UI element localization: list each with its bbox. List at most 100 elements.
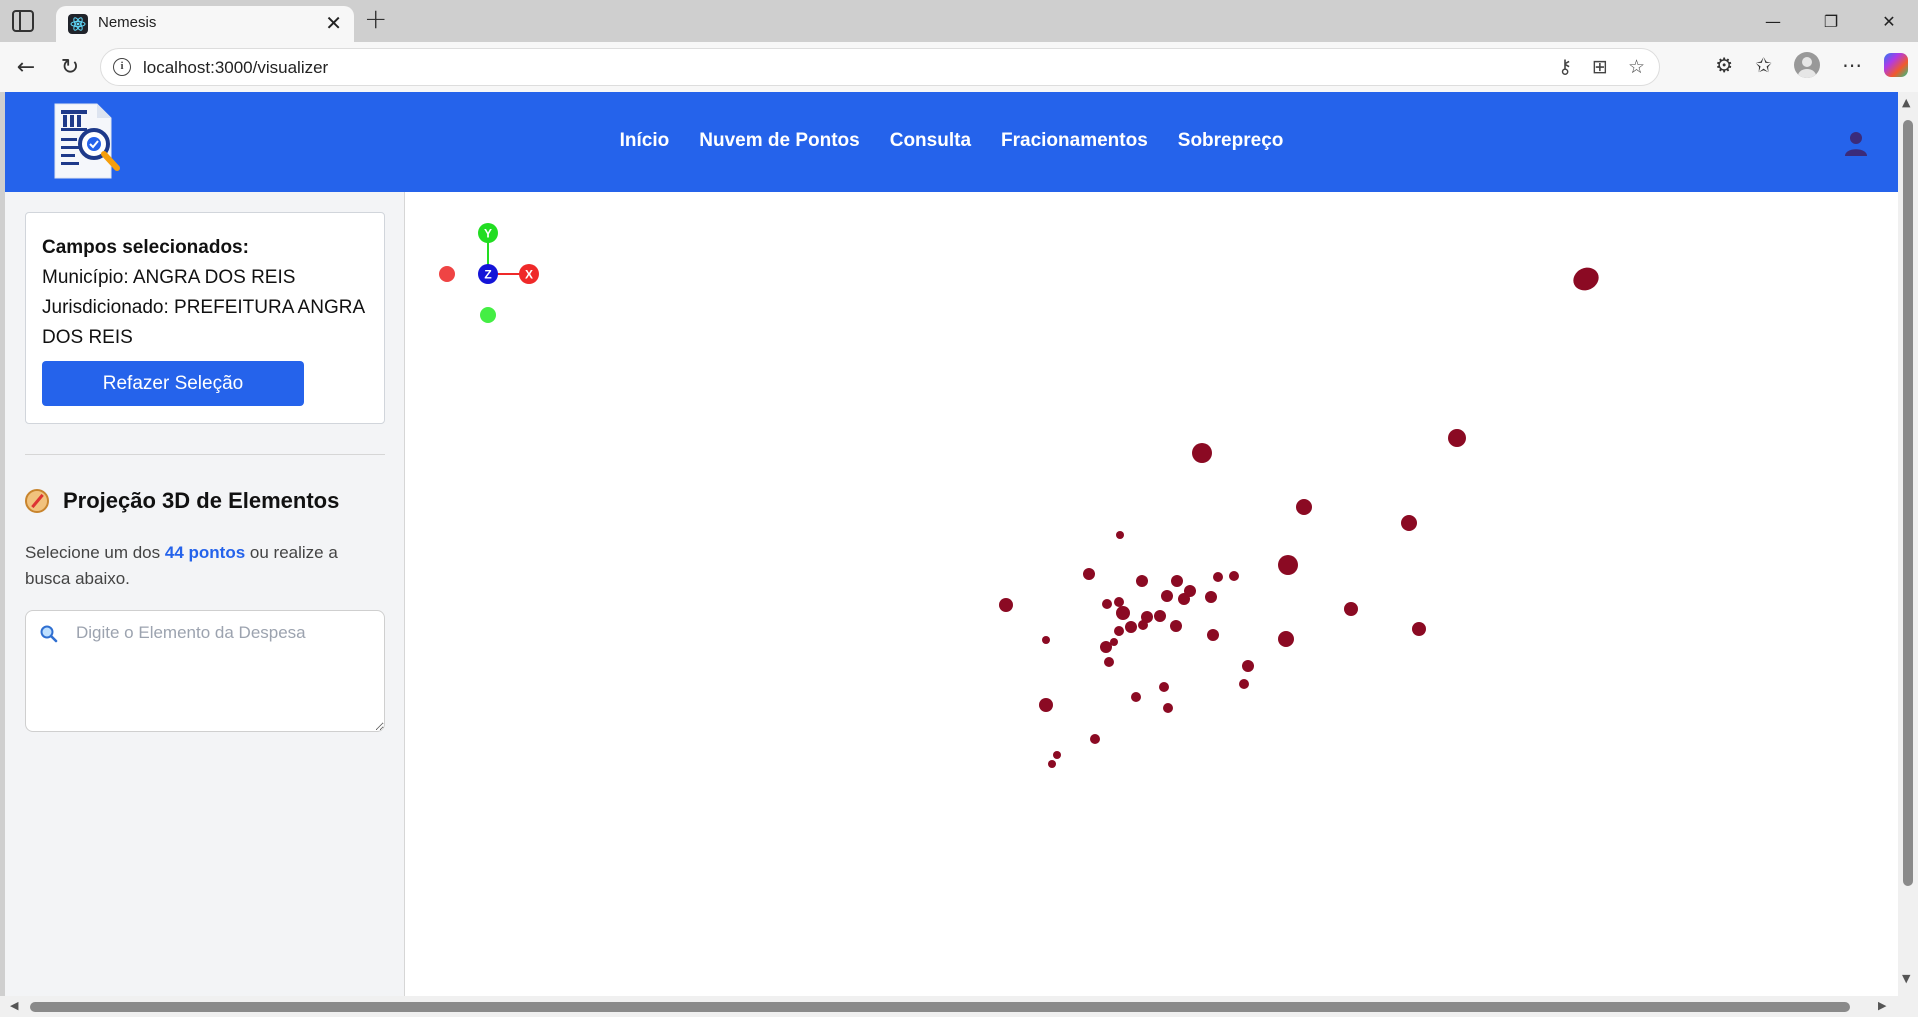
browser-tab[interactable]: Nemesis ✕ <box>56 6 354 42</box>
projection-title-text: Projeção 3D de Elementos <box>63 488 340 513</box>
vertical-scroll-thumb[interactable] <box>1903 120 1913 886</box>
data-point[interactable] <box>1048 760 1056 768</box>
scroll-left-icon[interactable]: ◀ <box>10 999 18 1012</box>
close-icon[interactable]: ✕ <box>325 11 342 35</box>
x-negative-handle[interactable] <box>439 266 455 282</box>
data-point[interactable] <box>1110 638 1118 646</box>
data-point[interactable] <box>1114 626 1124 636</box>
data-point[interactable] <box>1114 597 1124 607</box>
data-point[interactable] <box>1042 636 1050 644</box>
scroll-up-icon[interactable]: ▲ <box>1902 96 1910 109</box>
data-point[interactable] <box>1159 682 1169 692</box>
data-point[interactable] <box>1207 629 1219 641</box>
user-icon[interactable] <box>1844 130 1868 156</box>
data-point[interactable] <box>1102 599 1112 609</box>
nav-fracionamentos[interactable]: Fracionamentos <box>1001 130 1148 152</box>
app-icon[interactable]: ⊞ <box>1592 56 1608 78</box>
projection-title: Projeção 3D de Elementos <box>25 488 339 514</box>
restore-icon[interactable]: ❐ <box>1802 0 1860 42</box>
data-point[interactable] <box>1154 610 1166 622</box>
data-point[interactable] <box>1104 657 1114 667</box>
selection-card: Campos selecionados: Município: ANGRA DO… <box>25 212 385 424</box>
element-search-input[interactable] <box>26 611 384 731</box>
data-point[interactable] <box>1242 660 1254 672</box>
data-point[interactable] <box>1278 631 1294 647</box>
window-controls: — ❐ ✕ <box>1744 0 1918 42</box>
z-axis-label: Z <box>484 268 491 282</box>
data-point[interactable] <box>1205 591 1217 603</box>
browser-tab-bar: Nemesis ✕ + — ❐ ✕ <box>0 0 1918 42</box>
data-point[interactable] <box>1138 620 1148 630</box>
data-point[interactable] <box>1161 590 1173 602</box>
horizontal-scroll-thumb[interactable] <box>30 1002 1850 1012</box>
data-point[interactable] <box>1213 572 1223 582</box>
data-point[interactable] <box>1401 515 1417 531</box>
back-icon[interactable]: ← <box>12 53 40 81</box>
data-point[interactable] <box>1184 585 1196 597</box>
data-point[interactable] <box>1053 751 1061 759</box>
point-cloud-canvas[interactable]: X Y Z <box>406 192 1898 996</box>
nav-inicio[interactable]: Início <box>620 130 670 152</box>
points-count-link[interactable]: 44 pontos <box>165 543 245 562</box>
main-nav: Início Nuvem de Pontos Consulta Fraciona… <box>5 130 1898 152</box>
projection-hint: Selecione um dos 44 pontos ou realize a … <box>25 540 365 592</box>
axis-gizmo[interactable]: X Y Z <box>439 223 539 323</box>
data-point[interactable] <box>1136 575 1148 587</box>
data-point[interactable] <box>1163 703 1173 713</box>
reload-icon[interactable]: ↻ <box>56 53 84 81</box>
data-point[interactable] <box>1090 734 1100 744</box>
data-point[interactable] <box>1412 622 1426 636</box>
data-point[interactable] <box>1229 571 1239 581</box>
divider <box>25 454 385 455</box>
profile-icon[interactable] <box>1794 52 1820 78</box>
data-point[interactable] <box>1116 606 1130 620</box>
data-point[interactable] <box>1296 499 1312 515</box>
data-point[interactable] <box>1239 679 1249 689</box>
favorites-icon[interactable]: ✩ <box>1755 53 1772 77</box>
url-text[interactable]: localhost:3000/visualizer <box>143 58 328 78</box>
data-point[interactable] <box>1125 621 1137 633</box>
data-point[interactable] <box>1448 429 1466 447</box>
app-header: Início Nuvem de Pontos Consulta Fraciona… <box>5 92 1898 192</box>
extensions-icon[interactable]: ⚙ <box>1715 53 1733 77</box>
data-point[interactable] <box>1116 531 1124 539</box>
tab-title: Nemesis <box>98 14 157 31</box>
data-point[interactable] <box>1192 443 1212 463</box>
plus-icon[interactable]: + <box>364 2 387 35</box>
sidebar-toggle-icon[interactable] <box>12 10 34 32</box>
data-point[interactable] <box>1278 555 1298 575</box>
y-negative-handle[interactable] <box>480 307 496 323</box>
selection-heading: Campos selecionados: <box>42 237 249 258</box>
nav-sobrepreco[interactable]: Sobrepreço <box>1178 130 1284 152</box>
redo-selection-button[interactable]: Refazer Seleção <box>42 361 304 406</box>
key-icon[interactable]: ⚷ <box>1558 56 1572 78</box>
more-icon[interactable]: ⋯ <box>1842 53 1862 77</box>
copilot-icon[interactable] <box>1884 53 1908 77</box>
vertical-scrollbar[interactable]: ▲ ▼ <box>1898 92 1918 1017</box>
page: Início Nuvem de Pontos Consulta Fraciona… <box>5 92 1898 996</box>
data-point[interactable] <box>1083 568 1095 580</box>
data-point[interactable] <box>1039 698 1053 712</box>
close-window-icon[interactable]: ✕ <box>1860 0 1918 42</box>
info-icon[interactable]: i <box>113 58 131 76</box>
data-point[interactable] <box>1171 575 1183 587</box>
data-point[interactable] <box>999 598 1013 612</box>
data-point[interactable] <box>1170 620 1182 632</box>
nav-consulta[interactable]: Consulta <box>890 130 971 152</box>
horizontal-scrollbar[interactable]: ◀ ▶ <box>0 996 1898 1017</box>
compass-icon <box>25 489 49 513</box>
scroll-right-icon[interactable]: ▶ <box>1878 999 1886 1012</box>
url-field[interactable]: i localhost:3000/visualizer ⚷ ⊞ ☆ <box>100 48 1660 86</box>
scroll-down-icon[interactable]: ▼ <box>1902 972 1910 985</box>
point-cloud[interactable] <box>999 264 1602 768</box>
nav-nuvem-de-pontos[interactable]: Nuvem de Pontos <box>699 130 859 152</box>
selected-jurisdicionado: Jurisdicionado: PREFEITURA ANGRA DOS REI… <box>42 297 365 348</box>
star-icon[interactable]: ☆ <box>1628 56 1645 78</box>
y-axis-label: Y <box>484 227 492 241</box>
data-point[interactable] <box>1570 264 1603 295</box>
data-point[interactable] <box>1131 692 1141 702</box>
data-point[interactable] <box>1344 602 1358 616</box>
3d-viewport[interactable]: X Y Z <box>406 192 1898 996</box>
minimize-icon[interactable]: — <box>1744 0 1802 42</box>
address-bar-row: ← ↻ i localhost:3000/visualizer ⚷ ⊞ ☆ ⚙ … <box>0 42 1918 92</box>
